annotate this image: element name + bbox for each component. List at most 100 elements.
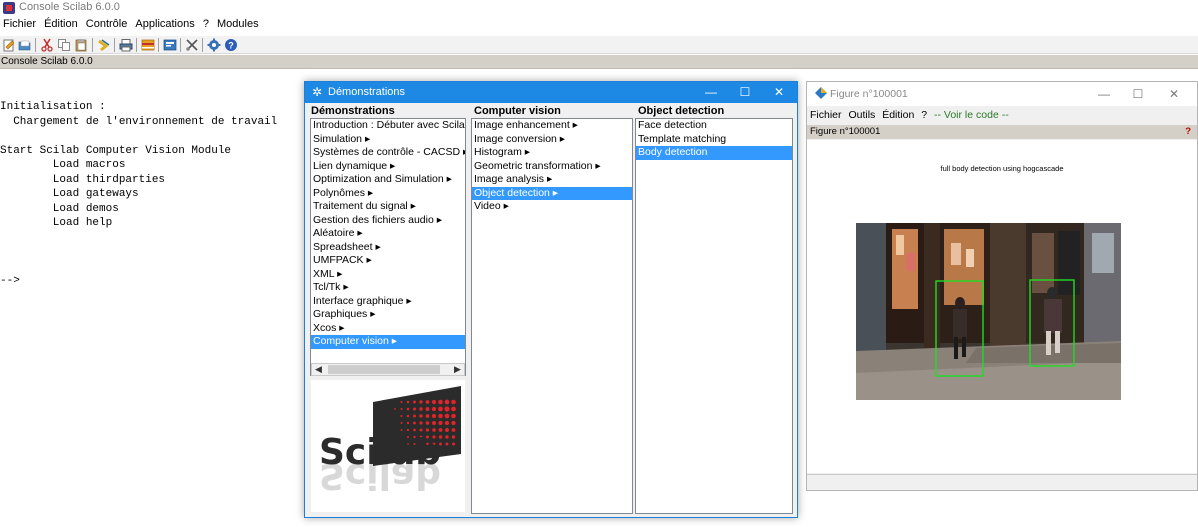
logo-dot [425,414,430,418]
computer-vision-list-item[interactable]: Image analysis ▸ [472,173,632,187]
demonstrations-list-item[interactable]: Introduction : Débuter avec Scilab [311,119,465,133]
computer-vision-list-item[interactable]: Geometric transformation ▸ [472,160,632,174]
logo-dot [406,400,410,404]
computer-vision-list-item[interactable]: Histogram ▸ [472,146,632,160]
demonstrations-window: ✲ Démonstrations — ☐ ✕ Démonstrations Co… [304,81,798,518]
console-line: Initialisation : [0,101,106,113]
menu-edition[interactable]: Édition [44,18,78,30]
demonstrations-list-item[interactable]: UMFPACK ▸ [311,254,465,268]
copy-icon[interactable] [57,38,71,52]
logo-dot [406,421,410,425]
demonstrations-list-item[interactable]: Simulation ▸ [311,133,465,147]
console-output[interactable]: Initialisation : Chargement de l'environ… [0,100,277,289]
console-line: Load demos [0,202,119,215]
help-icon[interactable]: ? [224,38,238,52]
console-toolbar: ? [0,36,1198,54]
close-button[interactable]: ✕ [1157,84,1191,104]
logo-dot [406,407,410,411]
demonstrations-list[interactable]: Introduction : Débuter avec Scilab Simula… [310,118,466,376]
demonstrations-list-item[interactable]: Optimization and Simulation ▸ [311,173,465,187]
demonstrations-list-item[interactable]: Graphiques ▸ [311,308,465,322]
console-line: Load thirdparties [0,173,166,186]
print-icon[interactable] [119,38,133,52]
demonstrations-list-item[interactable]: Interface graphique ▸ [311,295,465,309]
demonstrations-list-item[interactable]: Tcl/Tk ▸ [311,281,465,295]
logo-dot [413,421,416,425]
computer-vision-list-item[interactable]: Object detection ▸ [472,186,632,200]
variable-browser-icon[interactable] [141,38,155,52]
module-manager-icon[interactable] [207,38,221,52]
view-code-link[interactable]: -- Voir le code -- [934,109,1009,121]
demonstrations-list-item[interactable]: Computer vision ▸ [311,335,465,349]
maximize-button[interactable]: ☐ [1121,84,1155,104]
logo-dot [400,414,403,418]
console-window-title: Console Scilab 6.0.0 [19,1,120,13]
logo-dot [419,400,423,404]
demonstrations-list-item[interactable]: Aléatoire ▸ [311,227,465,241]
figure-tab-label[interactable]: Figure n°100001 [810,126,880,137]
menu-applications[interactable]: Applications [135,18,194,30]
menu-modules[interactable]: Modules [217,18,259,30]
computer-vision-list-item[interactable]: Image enhancement ▸ [472,119,632,133]
menu-fichier[interactable]: Fichier [3,18,36,30]
demonstrations-list-item[interactable]: Polynômes ▸ [311,187,465,201]
computer-vision-list[interactable]: Image enhancement ▸ Image conversion ▸ His… [471,118,633,514]
scinotes-icon[interactable] [163,38,177,52]
close-button[interactable]: ✕ [762,82,796,103]
console-tab-label[interactable]: Console Scilab 6.0.0 [1,56,93,67]
demonstrations-list-item[interactable]: Systèmes de contrôle - CACSD ▸ [311,146,465,160]
console-title-bar: Console Scilab 6.0.0 [0,0,1198,16]
cut-icon[interactable] [40,38,54,52]
logo-dot [451,406,456,412]
demonstrations-title-bar[interactable]: ✲ Démonstrations — ☐ ✕ [305,82,797,103]
console-line: Chargement de l'environnement de travail [0,115,278,128]
toolbar-separator [35,38,36,52]
logo-dot [451,428,456,432]
xcos-icon[interactable] [185,38,199,52]
demonstrations-list-item[interactable]: Gestion des fichiers audio ▸ [311,214,465,228]
computer-vision-list-item[interactable]: Video ▸ [472,200,632,214]
logo-dot [438,406,443,412]
maximize-button[interactable]: ☐ [728,82,762,103]
demonstrations-list-item[interactable]: XML ▸ [311,268,465,282]
demonstrations-list-item[interactable]: Xcos ▸ [311,322,465,336]
object-detection-list-item[interactable]: Face detection [636,119,792,133]
figure-window: Figure n°100001 — ☐ ✕ Fichier Outils Édi… [806,81,1198,491]
open-icon[interactable] [18,38,32,52]
minimize-button[interactable]: — [1087,84,1121,104]
console-line: Start Scilab Computer Vision Module [0,144,232,157]
figure-menu-edition[interactable]: Édition [882,109,914,121]
menu-help[interactable]: ? [203,18,209,30]
demonstrations-list-item[interactable]: Spreadsheet ▸ [311,241,465,255]
object-detection-list-item[interactable]: Body detection [636,146,792,160]
figure-menu-fichier[interactable]: Fichier [810,109,842,121]
demonstrations-list-item[interactable]: Lien dynamique ▸ [311,160,465,174]
demonstrations-list-item[interactable]: Traitement du signal ▸ [311,200,465,214]
demonstrations-list-hscrollbar[interactable]: ◀ ▶ [311,363,465,376]
scroll-thumb[interactable] [328,365,440,374]
logo-dot [413,407,416,411]
figure-status-bar [807,474,1197,490]
change-directory-icon[interactable] [97,38,111,52]
svg-text:?: ? [228,41,234,51]
figure-menu-outils[interactable]: Outils [848,109,875,121]
computer-vision-list-item[interactable]: Image conversion ▸ [472,133,632,147]
object-detection-list[interactable]: Face detection Template matching Body dete… [635,118,793,514]
figure-canvas[interactable]: full body detection using hogcascade [807,140,1197,473]
body-detection-image [856,223,1121,400]
new-script-icon[interactable] [2,38,16,52]
object-detection-list-item[interactable]: Template matching [636,133,792,147]
figure-help-icon[interactable]: ? [1185,126,1191,137]
toolbar-separator [136,38,137,52]
scroll-left-icon[interactable]: ◀ [312,364,325,375]
minimize-button[interactable]: — [694,82,728,103]
paste-icon[interactable] [74,38,88,52]
figure-title-bar[interactable]: Figure n°100001 — ☐ ✕ [807,82,1197,106]
figure-menu-help[interactable]: ? [921,109,927,121]
console-tab-bar: Console Scilab 6.0.0 [0,55,1198,69]
scroll-right-icon[interactable]: ▶ [451,364,464,375]
logo-dot [438,399,443,405]
menu-controle[interactable]: Contrôle [86,18,128,30]
